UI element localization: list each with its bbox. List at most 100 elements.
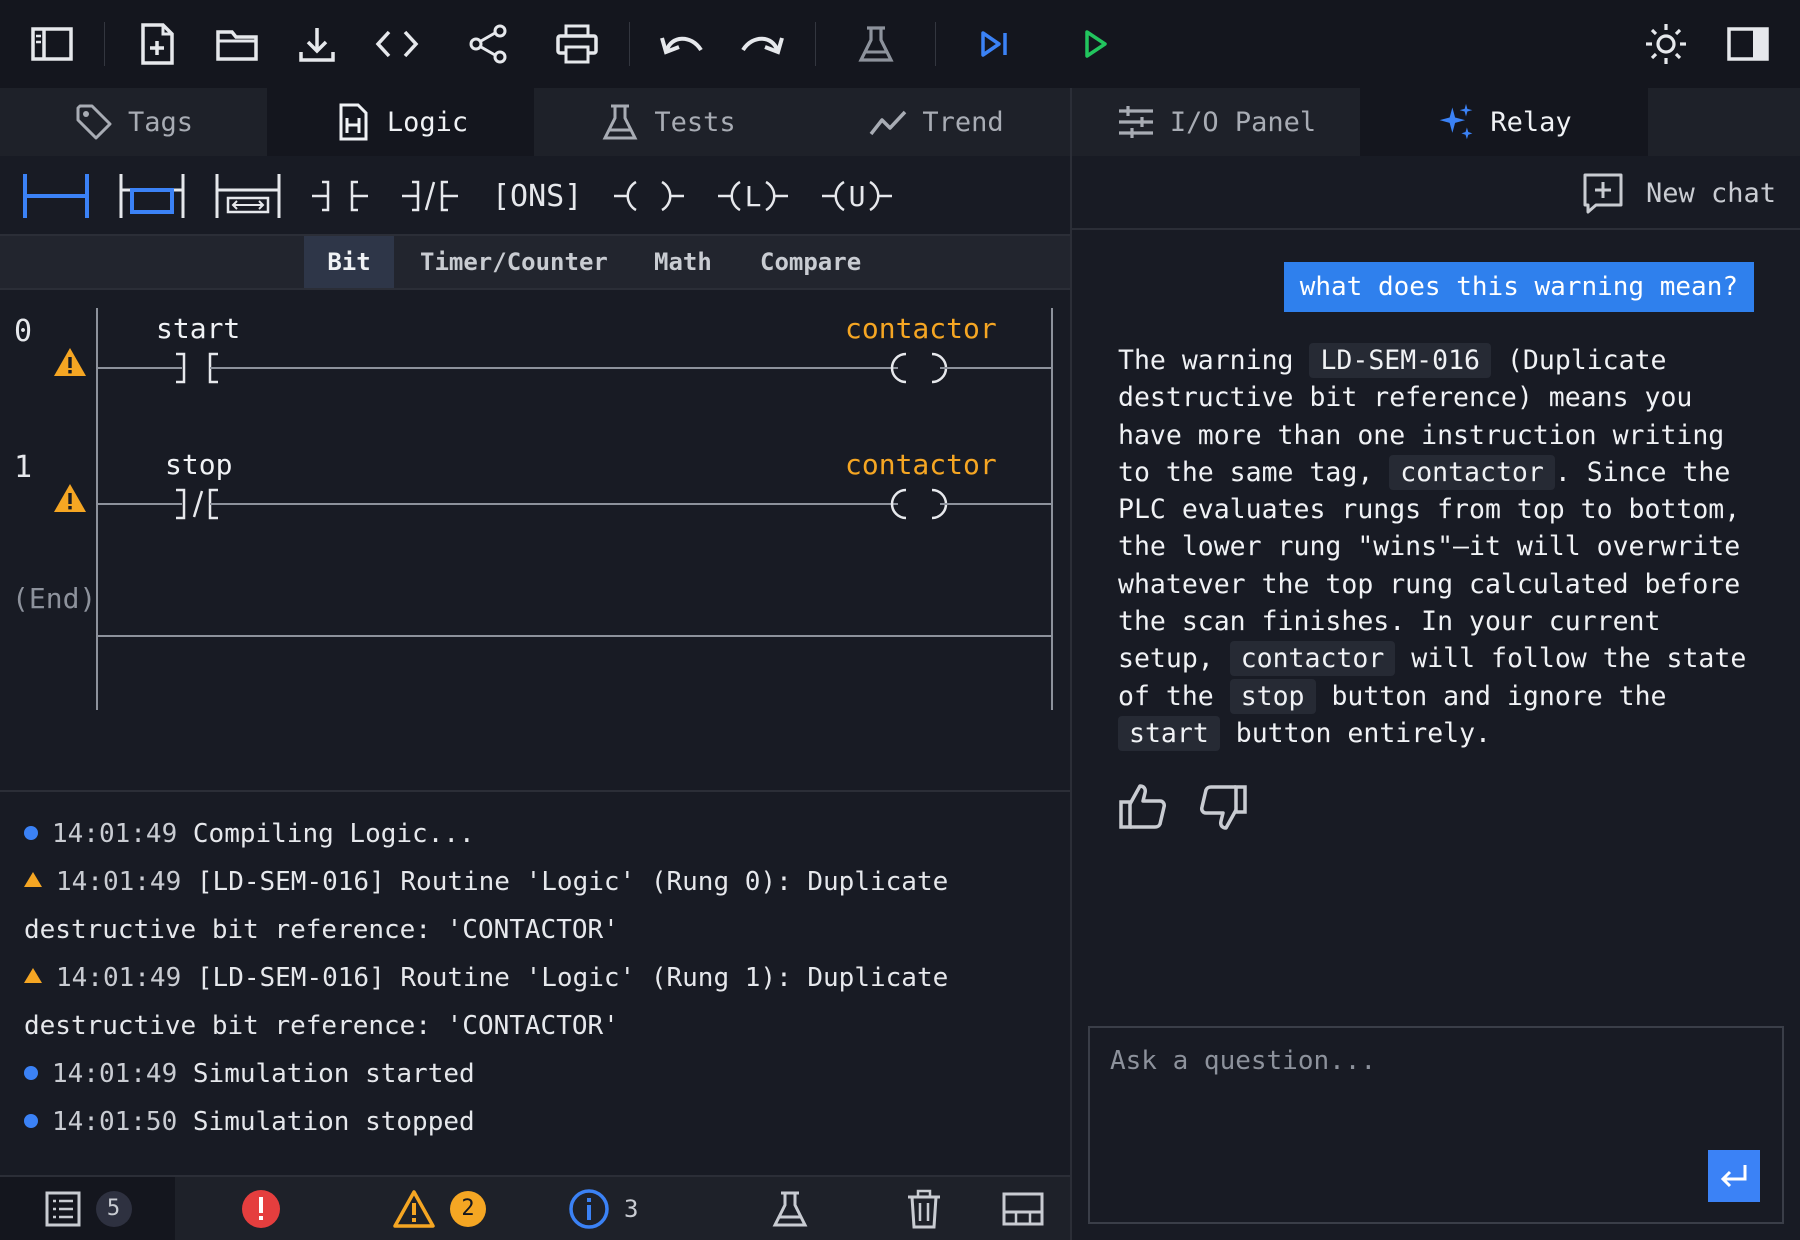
right-tabs: I/O Panel Relay — [1072, 88, 1800, 156]
new-chat-icon — [1583, 173, 1623, 214]
main-toolbar — [0, 0, 1800, 88]
category-math[interactable]: Math — [630, 236, 736, 288]
open-folder-icon[interactable] — [213, 20, 261, 68]
log-text: Simulation stopped — [192, 1107, 475, 1137]
msg-text: button entirely. — [1219, 717, 1492, 749]
log-time: 14:01:49 — [52, 819, 178, 849]
filter-all-button[interactable]: 5 — [0, 1177, 175, 1240]
warning-triangle-icon — [24, 872, 42, 887]
tab-tags[interactable]: Tags — [0, 88, 267, 156]
log-time: 14:01:50 — [52, 1107, 178, 1137]
print-icon[interactable] — [553, 20, 601, 68]
rung-input-tag[interactable]: start — [156, 312, 240, 345]
branch-below-icon[interactable] — [118, 170, 186, 222]
log-time: 14:01:49 — [56, 963, 182, 993]
xio-contact-icon[interactable] — [400, 170, 460, 222]
new-chat-button[interactable]: New chat — [1582, 170, 1776, 216]
branch-icon[interactable] — [22, 170, 90, 222]
log-line: 14:01:49 Simulation started — [24, 1050, 1046, 1098]
rung-number: 1 — [14, 450, 33, 485]
theme-sun-icon[interactable] — [1642, 20, 1690, 68]
latch-label: L — [745, 180, 762, 213]
run-icon[interactable] — [1071, 20, 1119, 68]
toggle-sidebar-icon[interactable] — [28, 20, 76, 68]
ladder-editor: 0 start contactor 1 stop contactor (End) — [0, 290, 1070, 790]
assistant-message: The warning LD-SEM-016 (Duplicate destru… — [1118, 342, 1768, 752]
code-icon[interactable] — [373, 20, 421, 68]
thumbs-up-icon[interactable] — [1118, 782, 1168, 832]
filter-info-button[interactable]: 3 — [568, 1177, 638, 1240]
tab-label: Relay — [1490, 106, 1572, 138]
error-icon — [242, 1189, 280, 1228]
share-icon[interactable] — [464, 20, 512, 68]
flask-icon — [602, 104, 638, 140]
log-text: Simulation started — [192, 1059, 475, 1089]
info-dot-icon — [24, 1065, 38, 1080]
new-chat-label: New chat — [1645, 177, 1776, 209]
tab-relay[interactable]: Relay — [1360, 88, 1648, 156]
tab-logic[interactable]: Logic — [267, 88, 534, 156]
end-rung-label: (End) — [12, 582, 97, 615]
latch-coil-icon[interactable]: L — [716, 170, 790, 222]
filter-errors-button[interactable] — [240, 1177, 282, 1240]
rung-input-tag[interactable]: stop — [165, 448, 232, 481]
warning-count-badge: 2 — [450, 1190, 486, 1227]
tab-label: I/O Panel — [1169, 106, 1317, 138]
download-icon[interactable] — [293, 20, 341, 68]
inline-code: stop — [1229, 678, 1316, 714]
list-icon — [45, 1191, 80, 1226]
info-icon — [569, 1188, 609, 1229]
log-text: Compiling Logic... — [192, 819, 475, 849]
unlatch-label: U — [849, 180, 866, 213]
clear-console-button[interactable] — [906, 1177, 942, 1240]
warning-icon[interactable] — [52, 346, 88, 378]
category-timer-counter[interactable]: Timer/Counter — [396, 236, 632, 288]
panel-bottom-icon — [1002, 1192, 1044, 1225]
toggle-console-button[interactable] — [1002, 1177, 1044, 1240]
filter-warnings-button[interactable]: 2 — [392, 1177, 486, 1240]
flask-icon — [772, 1191, 808, 1226]
tag-icon — [76, 104, 112, 140]
log-line[interactable]: 14:01:49 [LD-SEM-016] Routine 'Logic' (R… — [24, 858, 1046, 954]
test-results-button[interactable] — [770, 1177, 810, 1240]
chat-header: New chat — [1072, 156, 1800, 230]
chat-input[interactable] — [1090, 1028, 1782, 1222]
rung-output-tag[interactable]: contactor — [845, 448, 997, 481]
log-time: 14:01:49 — [52, 1059, 178, 1089]
toggle-right-panel-icon[interactable] — [1724, 20, 1772, 68]
category-compare[interactable]: Compare — [736, 236, 885, 288]
undo-icon[interactable] — [658, 20, 706, 68]
instruction-categories: Bit Timer/Counter Math Compare — [0, 236, 1070, 290]
redo-icon[interactable] — [738, 20, 786, 68]
ons-instruction[interactable]: [ONS] — [492, 170, 582, 222]
thumbs-down-icon[interactable] — [1198, 782, 1248, 832]
unlatch-coil-icon[interactable]: U — [820, 170, 894, 222]
branch-extend-icon[interactable] — [214, 170, 282, 222]
trend-icon — [869, 110, 907, 136]
tab-io-panel[interactable]: I/O Panel — [1072, 88, 1360, 156]
tab-trend[interactable]: Trend — [802, 88, 1070, 156]
send-button[interactable] — [1708, 1150, 1760, 1202]
instruction-palette: [ONS] L U — [0, 156, 1070, 236]
warning-icon[interactable] — [52, 482, 88, 514]
msg-text: button and ignore the — [1315, 680, 1667, 712]
all-count-badge: 5 — [95, 1190, 132, 1227]
test-flask-icon[interactable] — [852, 20, 900, 68]
user-message: what does this warning mean? — [1283, 262, 1754, 312]
new-file-icon[interactable] — [133, 20, 181, 68]
inline-code: contactor — [1229, 641, 1396, 677]
coil-icon[interactable] — [612, 170, 686, 222]
rung-output-tag[interactable]: contactor — [845, 312, 997, 345]
category-bit[interactable]: Bit — [304, 236, 394, 288]
info-dot-icon — [24, 1113, 38, 1128]
xic-contact-icon[interactable] — [310, 170, 370, 222]
step-icon[interactable] — [970, 20, 1018, 68]
log-line[interactable]: 14:01:49 [LD-SEM-016] Routine 'Logic' (R… — [24, 954, 1046, 1050]
sliders-icon — [1118, 106, 1153, 138]
warning-triangle-icon — [24, 968, 42, 983]
msg-text: The warning — [1118, 345, 1310, 376]
tab-label: Tests — [654, 106, 736, 138]
tab-tests[interactable]: Tests — [534, 88, 802, 156]
ladder-rails — [96, 308, 1053, 710]
info-dot-icon — [24, 825, 38, 840]
